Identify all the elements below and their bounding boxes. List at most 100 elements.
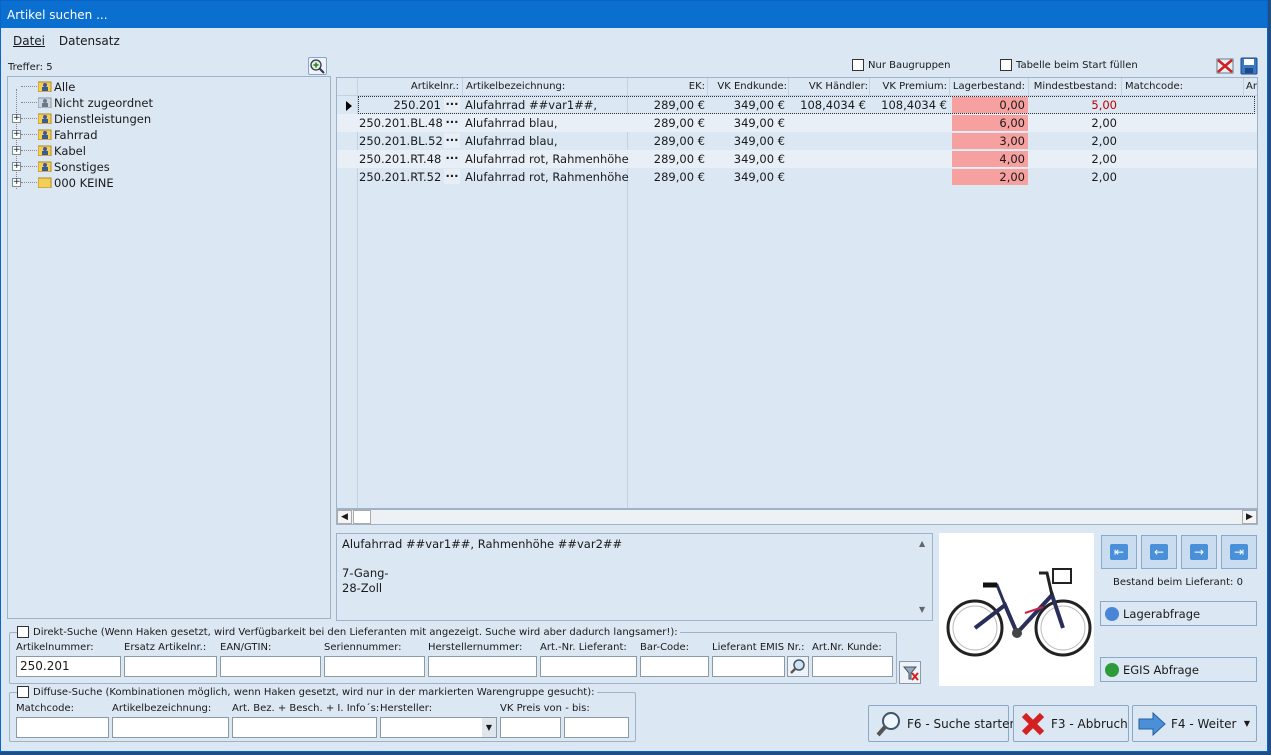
- save-layout-button[interactable]: [1240, 57, 1258, 75]
- label-matchcode: Matchcode:: [16, 703, 74, 714]
- reset-columns-button[interactable]: [1216, 57, 1234, 75]
- expand-icon[interactable]: +: [12, 162, 21, 171]
- table-row[interactable]: 250.201.RT.52 ... Alufahrrad rot, Rahmen…: [337, 167, 1257, 186]
- col-vk-endkunde[interactable]: VK Endkunde:: [709, 81, 787, 92]
- direkt-suche-checkbox[interactable]: [17, 626, 29, 638]
- label-bar-code: Bar-Code:: [640, 642, 690, 653]
- direkt-suche-header[interactable]: Direkt-Suche (Wenn Haken gesetzt, wird V…: [17, 626, 680, 638]
- ersatz-artikelnr-input[interactable]: [124, 656, 217, 677]
- cell-vk-endkunde: 349,00 €: [733, 170, 785, 184]
- cell-bezeichnung: Alufahrrad rot, Rahmenhöhe: [465, 152, 629, 166]
- menu-datensatz[interactable]: Datensatz: [59, 34, 120, 48]
- tree-item-label: Dienstleistungen: [54, 112, 152, 126]
- table-horizontal-scrollbar[interactable]: ◀ ▶: [336, 509, 1258, 525]
- product-image: [939, 533, 1094, 686]
- col-mindestbestand[interactable]: Mindestbestand:: [1029, 81, 1117, 92]
- label-art-bez-besch: Art. Bez. + Besch. + I. Info´s:: [232, 703, 380, 714]
- bar-code-input[interactable]: [640, 656, 709, 677]
- article-results-table[interactable]: Artikelnr.: Artikelbezeichnung: EK: VK E…: [336, 77, 1258, 509]
- col-vk-premium[interactable]: VK Premium:: [871, 81, 947, 92]
- first-record-button[interactable]: ⇤: [1101, 535, 1137, 569]
- vk-preis-von-input[interactable]: [500, 717, 561, 738]
- ean-gtin-input[interactable]: [220, 656, 321, 677]
- article-description[interactable]: Alufahrrad ##var1##, Rahmenhöhe ##var2##…: [336, 533, 933, 621]
- warengruppen-tree[interactable]: Alle Nicht zugeordnet + Dienstleistungen…: [7, 76, 331, 619]
- suche-starten-button[interactable]: F6 - Suche starten: [868, 705, 1017, 742]
- row-lookup-button[interactable]: ...: [444, 167, 460, 184]
- hersteller-select[interactable]: ▼: [380, 717, 497, 738]
- next-record-button[interactable]: →: [1181, 535, 1217, 569]
- lagerabfrage-label: Lagerabfrage: [1123, 607, 1201, 621]
- diffuse-suche-header[interactable]: Diffuse-Suche (Kombinationen möglich, we…: [17, 686, 597, 698]
- table-row[interactable]: 250.201.RT.48 ... Alufahrrad rot, Rahmen…: [337, 149, 1257, 168]
- art-nr-lieferant-input[interactable]: [540, 656, 637, 677]
- col-artikelnr[interactable]: Artikelnr.:: [357, 81, 459, 92]
- tabelle-start-checkbox[interactable]: [1000, 59, 1012, 71]
- clear-filter-button[interactable]: [899, 661, 921, 684]
- tree-item-label: Nicht zugeordnet: [54, 96, 154, 110]
- table-row[interactable]: 250.201.BL.48 ... Alufahrrad blau, 289,0…: [337, 113, 1257, 132]
- cell-bezeichnung: Alufahrrad ##var1##,: [465, 98, 598, 112]
- label-hersteller: Hersteller:: [380, 703, 433, 714]
- col-artikelbezeichnung[interactable]: Artikelbezeichnung:: [466, 81, 565, 92]
- art-bez-besch-input[interactable]: [232, 717, 377, 738]
- row-lookup-button[interactable]: ...: [444, 149, 460, 166]
- scroll-left-icon[interactable]: ◀: [337, 510, 352, 524]
- egis-abfrage-button[interactable]: EGIS Abfrage: [1100, 657, 1257, 682]
- art-nr-kunde-input[interactable]: [812, 656, 893, 677]
- diffuse-suche-checkbox[interactable]: [17, 686, 29, 698]
- col-ar[interactable]: Ar: [1246, 81, 1257, 92]
- table-row[interactable]: 250.201.BL.52 ... Alufahrrad blau, 289,0…: [337, 131, 1257, 150]
- lieferant-emis-input[interactable]: [712, 656, 785, 677]
- scroll-down-icon[interactable]: ▼: [919, 603, 925, 618]
- row-lookup-button[interactable]: ...: [444, 113, 460, 130]
- description-line: [342, 552, 927, 567]
- expand-icon[interactable]: +: [12, 114, 21, 123]
- cell-vk-endkunde: 349,00 €: [733, 116, 785, 130]
- expand-icon[interactable]: +: [12, 178, 21, 187]
- row-lookup-button[interactable]: ...: [444, 131, 460, 148]
- lieferant-search-button[interactable]: [787, 656, 809, 677]
- weiter-button[interactable]: F4 - Weiter ▼: [1132, 705, 1257, 742]
- matchcode-input[interactable]: [16, 717, 109, 738]
- previous-record-button[interactable]: ←: [1141, 535, 1177, 569]
- cell-mindestbestand: 2,00: [1091, 170, 1117, 184]
- scroll-thumb[interactable]: [353, 510, 371, 524]
- herstellernummer-input[interactable]: [428, 656, 537, 677]
- chevron-down-icon[interactable]: ▼: [482, 718, 496, 737]
- cell-ek: 289,00 €: [653, 170, 705, 184]
- description-line: 7-Gang-: [342, 566, 389, 580]
- seriennummer-input[interactable]: [324, 656, 425, 677]
- expand-icon[interactable]: +: [12, 130, 21, 139]
- treffer-count: Treffer: 5: [8, 62, 53, 73]
- scroll-up-icon[interactable]: ▲: [919, 537, 925, 552]
- nur-baugruppen-option[interactable]: Nur Baugruppen: [852, 59, 950, 71]
- scroll-right-icon[interactable]: ▶: [1242, 510, 1257, 524]
- col-matchcode[interactable]: Matchcode:: [1125, 81, 1183, 92]
- last-icon: ⇥: [1230, 544, 1248, 560]
- description-scrollbar[interactable]: ▲ ▼: [916, 534, 932, 620]
- window-title: Artikel suchen ...: [1, 1, 1267, 28]
- cell-lagerbestand: 0,00: [999, 98, 1025, 112]
- col-lagerbestand[interactable]: Lagerbestand:: [951, 81, 1025, 92]
- cell-mindestbestand: 2,00: [1091, 134, 1117, 148]
- abbruch-button[interactable]: F3 - Abbruch: [1013, 705, 1129, 742]
- table-row[interactable]: 250.201 ... Alufahrrad ##var1##, 289,00 …: [337, 95, 1257, 114]
- tabelle-start-option[interactable]: Tabelle beim Start füllen: [1000, 59, 1138, 71]
- zoom-tree-button[interactable]: [308, 57, 327, 75]
- col-ek[interactable]: EK:: [633, 81, 705, 92]
- cell-mindestbestand: 5,00: [1091, 98, 1117, 112]
- dropdown-arrow-icon[interactable]: ▼: [1244, 719, 1250, 728]
- lagerabfrage-button[interactable]: Lagerabfrage: [1100, 601, 1257, 626]
- col-vk-haendler[interactable]: VK Händler:: [790, 81, 868, 92]
- nur-baugruppen-checkbox[interactable]: [852, 59, 864, 71]
- menu-datei[interactable]: Datei: [13, 34, 45, 48]
- artikelbezeichnung-input[interactable]: [112, 717, 229, 738]
- vk-preis-bis-input[interactable]: [564, 717, 629, 738]
- magnifier-plus-icon: [310, 59, 325, 74]
- cell-bezeichnung: Alufahrrad blau,: [465, 116, 558, 130]
- artikelnummer-input[interactable]: 250.201: [16, 656, 121, 677]
- last-record-button[interactable]: ⇥: [1221, 535, 1257, 569]
- expand-icon[interactable]: +: [12, 146, 21, 155]
- row-lookup-button[interactable]: ...: [444, 95, 460, 112]
